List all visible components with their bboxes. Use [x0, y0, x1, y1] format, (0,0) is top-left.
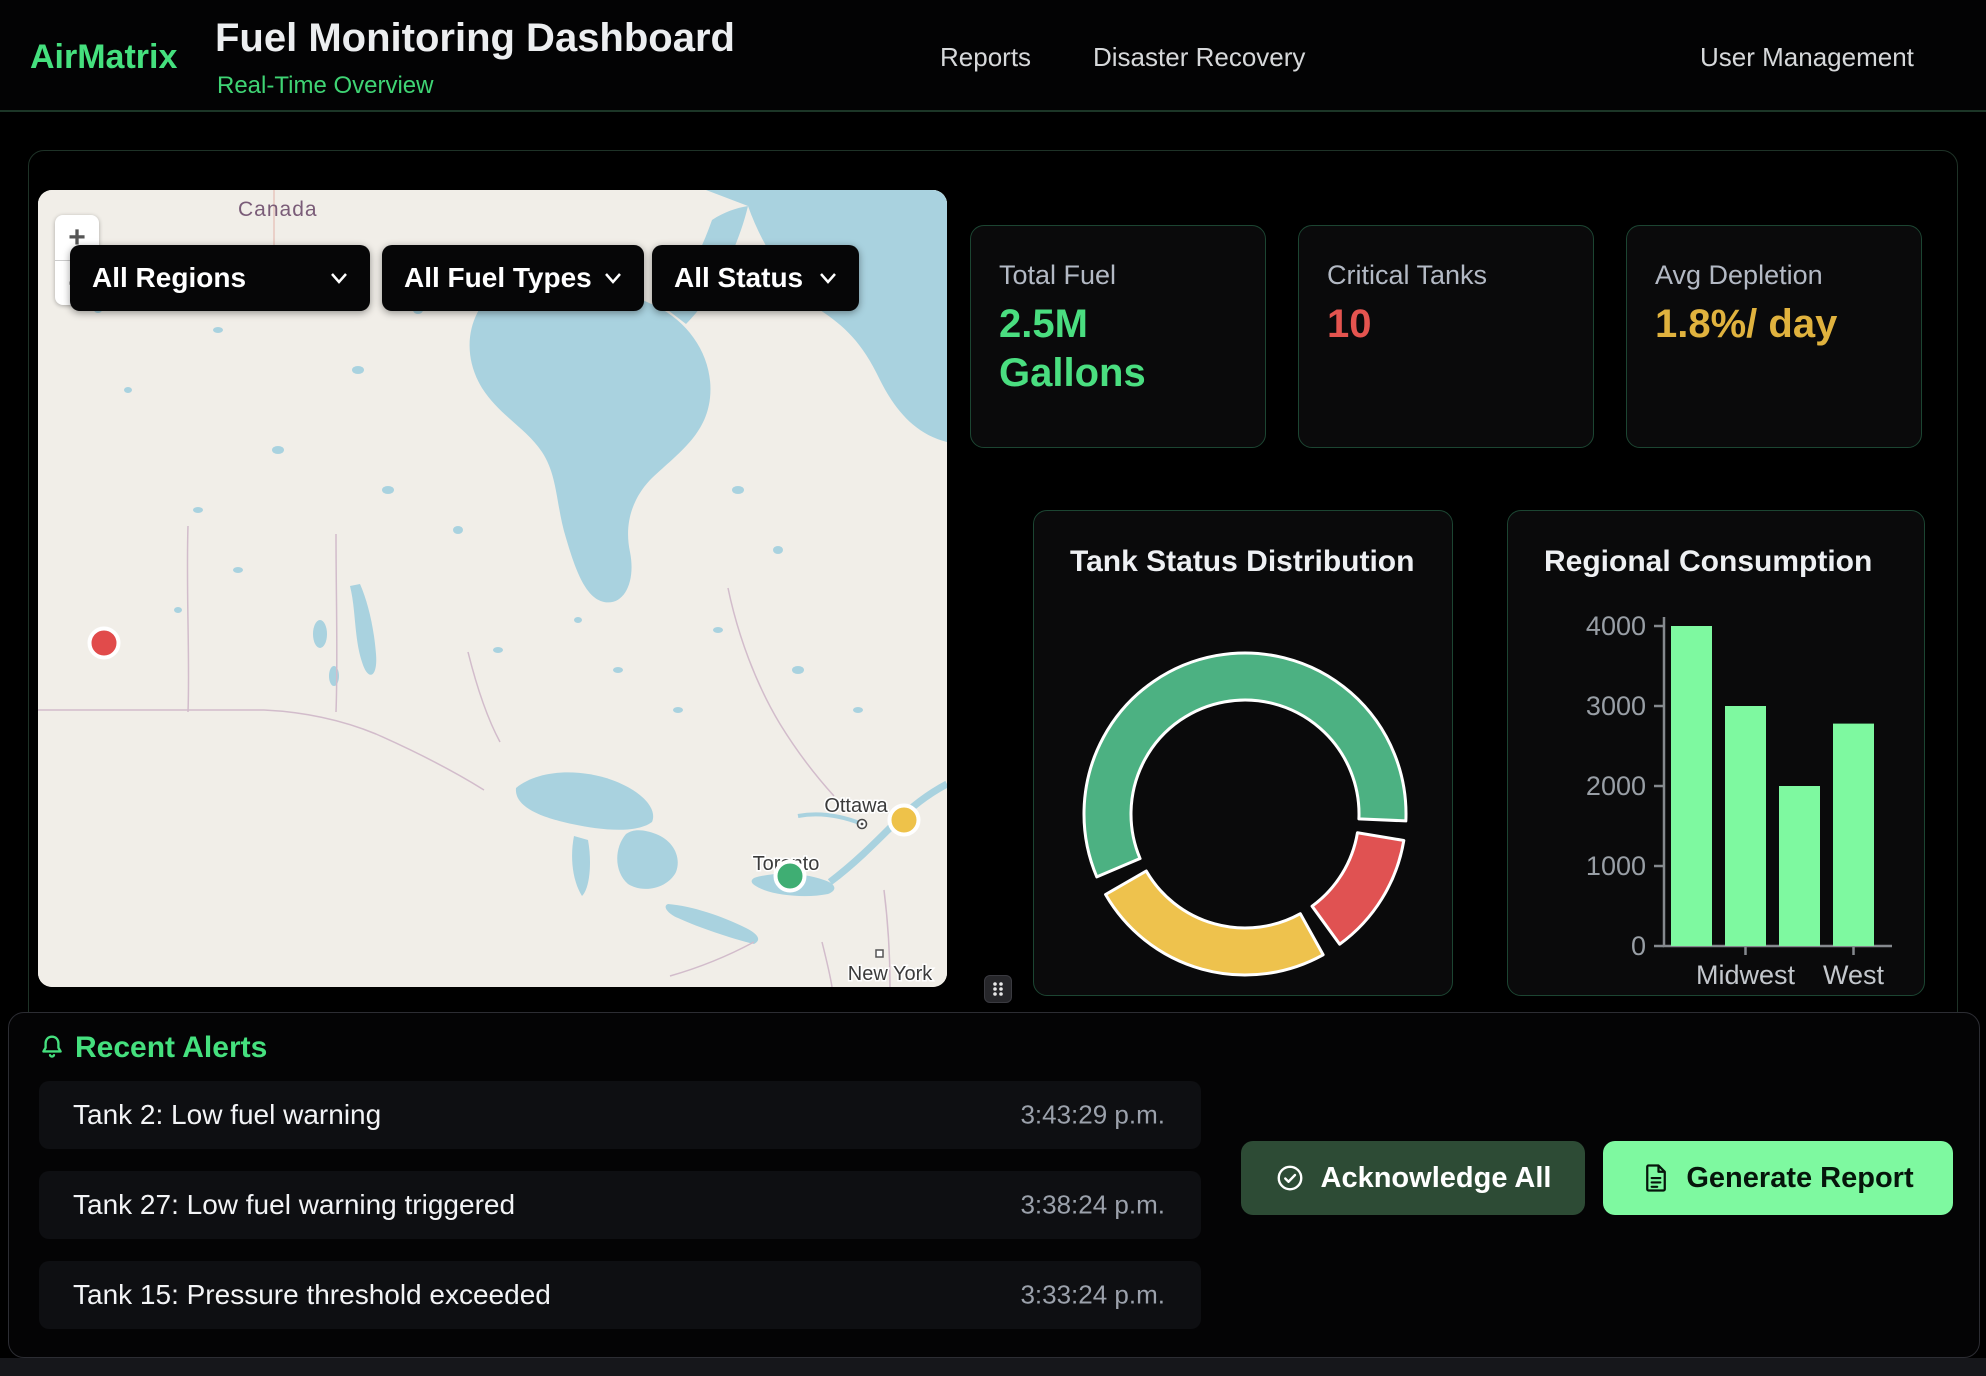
bell-icon — [37, 1033, 67, 1065]
acknowledge-all-label: Acknowledge All — [1321, 1162, 1552, 1195]
avg-depletion-card: Avg Depletion 1.8%/ day — [1626, 225, 1922, 448]
donut-segment-critical — [1312, 833, 1404, 944]
total-fuel-label: Total Fuel — [999, 260, 1116, 291]
nav-disaster-recovery[interactable]: Disaster Recovery — [1093, 42, 1305, 73]
fuel-type-filter-value: All Fuel Types — [404, 262, 592, 294]
city-label-new-york: New York — [848, 963, 933, 985]
status-filter-dropdown[interactable]: All Status — [652, 245, 859, 311]
country-label: Canada — [238, 198, 318, 221]
acknowledge-all-button[interactable]: Acknowledge All — [1241, 1141, 1585, 1215]
critical-tanks-card: Critical Tanks 10 — [1298, 225, 1594, 448]
total-fuel-value: 2.5M Gallons — [999, 300, 1234, 398]
page-title: Fuel Monitoring Dashboard — [215, 16, 735, 61]
ottawa-town-icon — [858, 820, 867, 829]
check-circle-icon — [1275, 1163, 1305, 1193]
x-tick-label: West — [1823, 960, 1885, 990]
avg-depletion-label: Avg Depletion — [1655, 260, 1823, 291]
regional-consumption-bar-chart: 0 1000 2000 3000 4000 Midwest West — [1508, 511, 1926, 997]
nav-reports[interactable]: Reports — [940, 42, 1031, 73]
normal-tank-marker[interactable] — [776, 862, 805, 891]
alert-text: Tank 2: Low fuel warning — [73, 1099, 381, 1131]
critical-tank-marker[interactable] — [90, 629, 119, 658]
region-filter-value: All Regions — [92, 262, 246, 294]
new-york-town-icon — [876, 950, 883, 957]
alert-text: Tank 15: Pressure threshold exceeded — [73, 1279, 551, 1311]
recent-alerts-title: Recent Alerts — [75, 1031, 267, 1065]
recent-alerts-panel: Recent Alerts Tank 2: Low fuel warning 3… — [8, 1012, 1980, 1358]
regional-consumption-chart-card: Regional Consumption 01000200030004000Mi… — [1507, 510, 1925, 996]
alert-timestamp: 3:33:24 p.m. — [1020, 1280, 1165, 1311]
total-fuel-card: Total Fuel 2.5M Gallons — [970, 225, 1266, 448]
y-tick-label: 3000 — [1586, 691, 1646, 721]
bar-midwest — [1725, 706, 1766, 946]
fuel-type-filter-dropdown[interactable]: All Fuel Types — [382, 245, 644, 311]
page-bottom-strip — [0, 1358, 1986, 1376]
map-panel: Canada Ottawa Toronto New York + − All R… — [38, 190, 947, 987]
warning-tank-marker[interactable] — [890, 806, 919, 835]
city-label-ottawa: Ottawa — [824, 795, 888, 817]
map-resize-handle[interactable] — [984, 975, 1012, 1003]
alert-text: Tank 27: Low fuel warning triggered — [73, 1189, 515, 1221]
app-logo: AirMatrix — [30, 38, 177, 77]
alert-row[interactable]: Tank 15: Pressure threshold exceeded 3:3… — [39, 1261, 1201, 1329]
y-tick-label: 2000 — [1586, 771, 1646, 801]
y-tick-label: 4000 — [1586, 611, 1646, 641]
tank-status-donut-chart — [1034, 511, 1454, 997]
generate-report-label: Generate Report — [1686, 1162, 1913, 1195]
critical-tanks-label: Critical Tanks — [1327, 260, 1487, 291]
x-tick-label: Midwest — [1696, 960, 1796, 990]
bar-region-1 — [1671, 626, 1712, 946]
critical-tanks-value: 10 — [1327, 300, 1562, 349]
alert-timestamp: 3:38:24 p.m. — [1020, 1190, 1165, 1221]
page-subtitle: Real-Time Overview — [217, 72, 433, 100]
bar-west — [1833, 724, 1874, 946]
y-tick-label: 1000 — [1586, 851, 1646, 881]
tank-status-chart-card: Tank Status Distribution — [1033, 510, 1453, 996]
status-filter-value: All Status — [674, 262, 803, 294]
alert-timestamp: 3:43:29 p.m. — [1020, 1100, 1165, 1131]
chevron-down-icon — [604, 271, 622, 285]
alert-row[interactable]: Tank 2: Low fuel warning 3:43:29 p.m. — [39, 1081, 1201, 1149]
region-filter-dropdown[interactable]: All Regions — [70, 245, 370, 311]
donut-segment-warning — [1106, 871, 1324, 975]
drag-dots-icon — [990, 980, 1006, 998]
header: AirMatrix Fuel Monitoring Dashboard Real… — [0, 0, 1986, 112]
generate-report-button[interactable]: Generate Report — [1603, 1141, 1953, 1215]
y-tick-label: 0 — [1631, 931, 1646, 961]
chevron-down-icon — [819, 271, 837, 285]
document-icon — [1642, 1163, 1670, 1193]
chevron-down-icon — [330, 271, 348, 285]
alert-row[interactable]: Tank 27: Low fuel warning triggered 3:38… — [39, 1171, 1201, 1239]
bar-region-3 — [1779, 786, 1820, 946]
nav-user-management[interactable]: User Management — [1700, 42, 1914, 73]
avg-depletion-value: 1.8%/ day — [1655, 300, 1890, 349]
